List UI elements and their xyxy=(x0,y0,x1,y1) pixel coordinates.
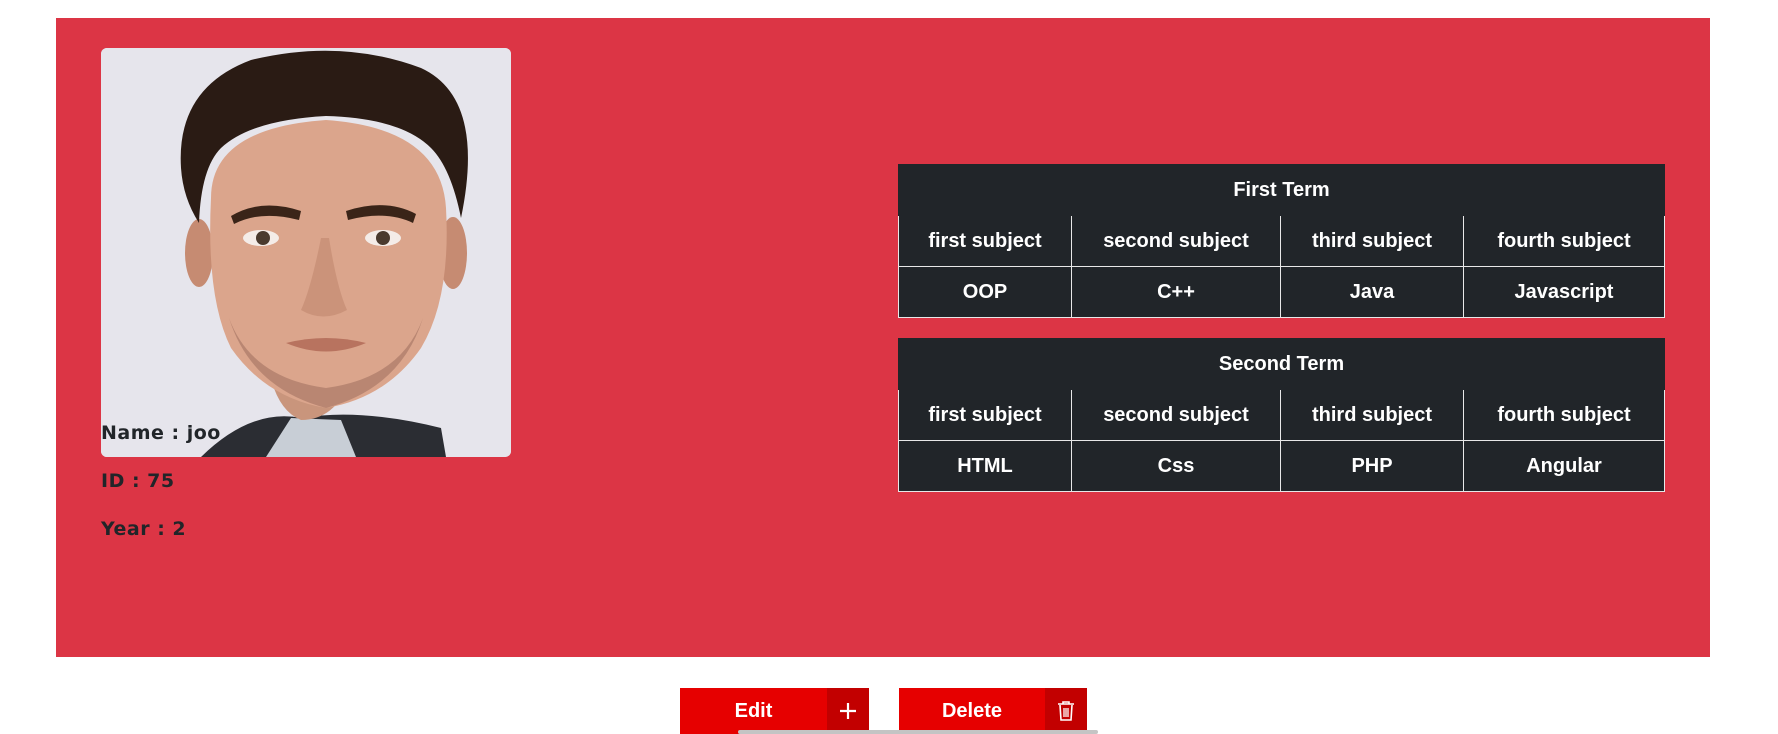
edit-button-label: Edit xyxy=(734,700,773,722)
subject-cell: Java xyxy=(1280,266,1464,318)
column-header: fourth subject xyxy=(1463,215,1665,267)
horizontal-scrollbar[interactable] xyxy=(738,730,1098,734)
column-header: fourth subject xyxy=(1463,389,1665,441)
student-id: ID : 75 xyxy=(101,470,175,492)
first-term-table: First Term first subject second subject … xyxy=(898,164,1665,318)
delete-button-label: Delete xyxy=(941,700,1003,722)
student-name: Name : joo xyxy=(101,422,221,444)
subject-cell: C++ xyxy=(1071,266,1281,318)
column-header: first subject xyxy=(898,389,1072,441)
student-photo xyxy=(101,48,511,457)
column-header: second subject xyxy=(1071,215,1281,267)
student-year: Year : 2 xyxy=(101,518,187,540)
subject-cell: Javascript xyxy=(1463,266,1665,318)
plus-icon xyxy=(827,688,869,734)
subject-cell: Css xyxy=(1071,440,1281,492)
subject-cell: HTML xyxy=(898,440,1072,492)
column-header: first subject xyxy=(898,215,1072,267)
student-card: Name : joo ID : 75 Year : 2 First Term f… xyxy=(56,18,1710,657)
term-title: First Term xyxy=(898,164,1665,216)
trash-icon xyxy=(1045,688,1087,734)
subject-cell: Angular xyxy=(1463,440,1665,492)
second-term-table: Second Term first subject second subject… xyxy=(898,338,1665,492)
term-title: Second Term xyxy=(898,338,1665,390)
column-header: third subject xyxy=(1280,389,1464,441)
edit-button[interactable]: Edit xyxy=(680,688,869,734)
column-header: second subject xyxy=(1071,389,1281,441)
column-header: third subject xyxy=(1280,215,1464,267)
subject-cell: OOP xyxy=(898,266,1072,318)
subject-cell: PHP xyxy=(1280,440,1464,492)
delete-button[interactable]: Delete xyxy=(899,688,1087,734)
